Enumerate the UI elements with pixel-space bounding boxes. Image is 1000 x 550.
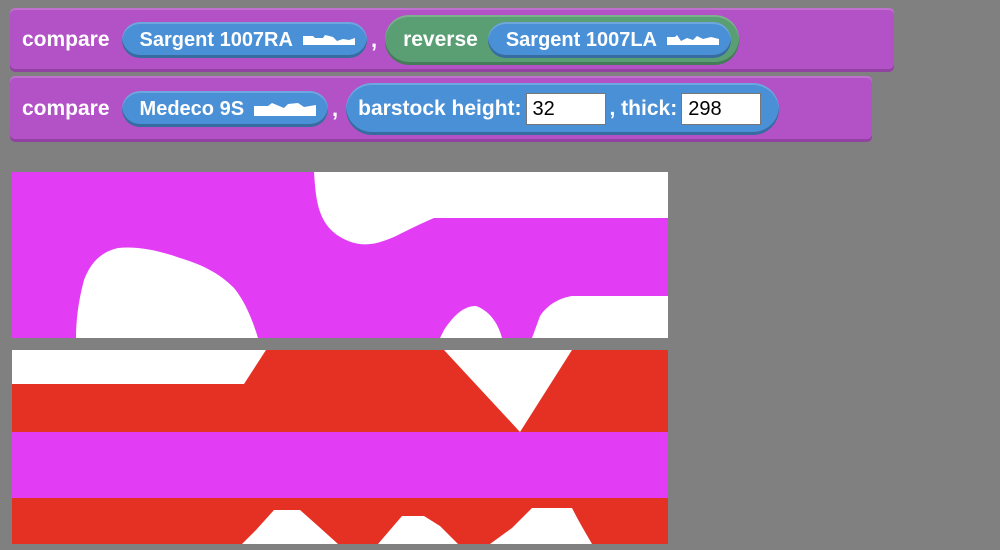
key-profile-panel (12, 172, 668, 338)
thick-input[interactable] (681, 93, 762, 125)
reverse-block[interactable]: reverse Sargent 1007LA (385, 15, 739, 65)
key-reporter-sargent-1007ra[interactable]: Sargent 1007RA (121, 22, 367, 58)
key-reporter-sargent-1007la[interactable]: Sargent 1007LA (487, 22, 731, 58)
key-reporter-medeco-9s[interactable]: Medeco 9S (121, 91, 329, 127)
reverse-label: reverse (403, 28, 478, 51)
compare-label: compare (22, 97, 110, 120)
compare-block-2[interactable]: compare Medeco 9S , barstock height: , t… (10, 76, 872, 142)
key-name: Medeco 9S (139, 97, 245, 120)
key-thumbnail-icon (302, 35, 355, 45)
comparison-panel (12, 350, 668, 544)
barstock-block[interactable]: barstock height: , thick: (346, 83, 780, 135)
compare-label: compare (22, 28, 110, 51)
key-thumbnail-icon (254, 103, 317, 116)
barstock-height-label: barstock height: (358, 97, 522, 120)
stage-output (12, 172, 668, 544)
key-name: Sargent 1007RA (139, 28, 293, 51)
barstock-height-input[interactable] (525, 93, 606, 125)
barstock-bar (12, 432, 668, 498)
compare-block-1[interactable]: compare Sargent 1007RA , reverse Sargent… (10, 8, 894, 72)
key-thumbnail-icon (667, 35, 719, 45)
argument-separator: , (370, 27, 378, 52)
argument-separator: , (332, 96, 339, 121)
key-name: Sargent 1007LA (505, 28, 657, 51)
thick-label: , thick: (609, 97, 678, 120)
